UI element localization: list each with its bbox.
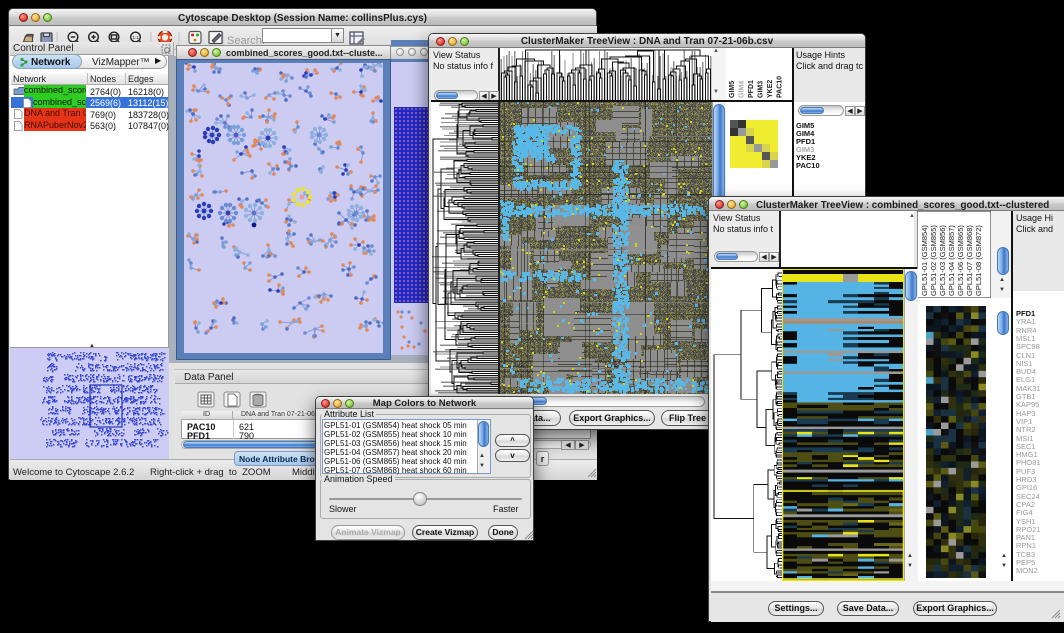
svg-text:GPL51-03 (GSM856): GPL51-03 (GSM856)	[938, 225, 947, 296]
svg-text:GPL51-07 (GSM868): GPL51-07 (GSM868)	[965, 225, 974, 296]
svg-text:GPL51-01 (GSM854): GPL51-01 (GSM854)	[920, 225, 929, 296]
svg-text:GIM5: GIM5	[729, 81, 736, 98]
svg-text:GPL51-04 (GSM857): GPL51-04 (GSM857)	[947, 225, 956, 296]
svg-text:GPL51-02 (GSM855): GPL51-02 (GSM855)	[929, 225, 938, 296]
svg-text:PFD1: PFD1	[748, 80, 755, 98]
svg-text:GPL51-08 (GSM872): GPL51-08 (GSM872)	[974, 225, 983, 296]
svg-text:PAC10: PAC10	[777, 76, 784, 98]
svg-text:1:1: 1:1	[133, 35, 140, 40]
svg-text:YKE2: YKE2	[767, 80, 774, 98]
svg-text:GIM4: GIM4	[739, 81, 746, 98]
svg-text:GPL51-06 (GSM865): GPL51-06 (GSM865)	[956, 225, 965, 296]
svg-text:GIM3: GIM3	[758, 81, 765, 98]
